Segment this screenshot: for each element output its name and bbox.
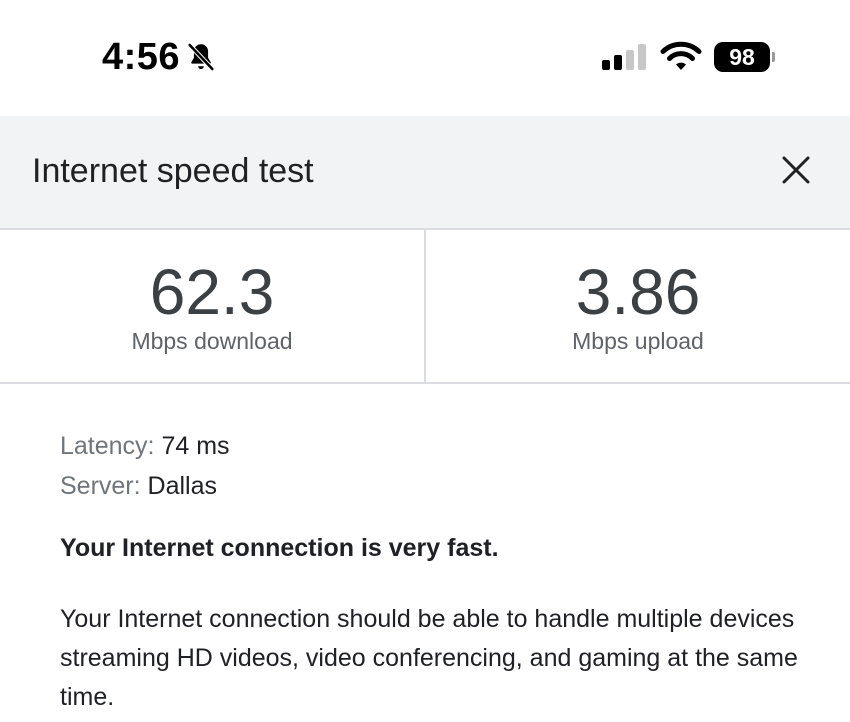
download-label: Mbps download — [131, 328, 293, 354]
wifi-icon — [660, 41, 702, 70]
upload-label: Mbps upload — [572, 328, 704, 354]
status-bar: 4:56 98 — [0, 0, 850, 116]
battery-cap — [772, 52, 775, 62]
test-details: Latency: 74 ms Server: Dallas — [60, 426, 820, 506]
dialog-header: Internet speed test — [0, 116, 850, 230]
bell-slash-icon — [188, 43, 214, 71]
latency-row: Latency: 74 ms — [60, 426, 820, 466]
cellular-signal-icon — [602, 44, 646, 70]
speed-results: 62.3 Mbps download 3.86 Mbps upload — [0, 230, 850, 384]
battery-icon: 98 — [714, 42, 775, 72]
upload-result: 3.86 Mbps upload — [426, 258, 850, 355]
status-time: 4:56 — [102, 36, 181, 78]
close-icon[interactable] — [772, 146, 820, 194]
upload-value: 3.86 — [575, 256, 701, 328]
server-value: Dallas — [147, 472, 218, 500]
server-label: Server: — [60, 472, 141, 500]
speed-description: Your Internet connection should be able … — [60, 605, 798, 711]
speed-verdict: Your Internet connection is very fast. — [60, 534, 499, 562]
battery-percent: 98 — [714, 42, 770, 72]
latency-label: Latency: — [60, 432, 155, 460]
download-result: 62.3 Mbps download — [0, 258, 424, 355]
latency-value: 74 ms — [161, 432, 230, 460]
dialog-title: Internet speed test — [32, 152, 314, 190]
server-row: Server: Dallas — [60, 466, 820, 506]
download-value: 62.3 — [149, 256, 275, 328]
